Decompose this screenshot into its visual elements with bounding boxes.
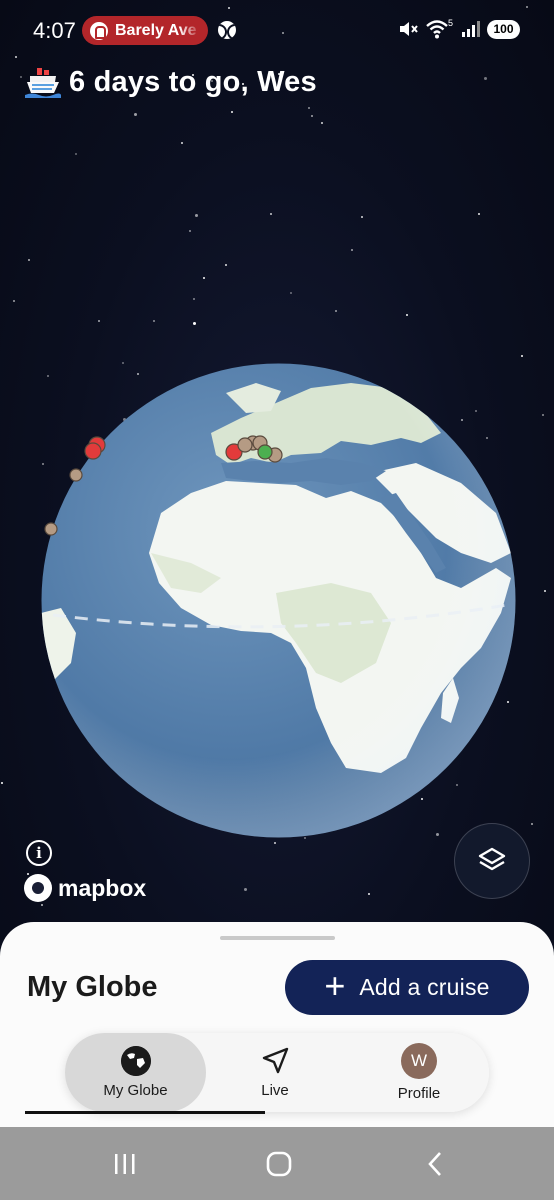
star [368, 893, 370, 895]
globe-icon [120, 1046, 151, 1076]
back-button[interactable] [395, 1127, 475, 1200]
mapbox-icon [24, 874, 52, 902]
info-icon[interactable]: i [26, 840, 52, 866]
star [311, 115, 313, 117]
star [203, 277, 205, 279]
status-bar: 4:07 Barely Ave 5 100 [0, 0, 554, 62]
tab-bar: My Globe Live W Profile [65, 1033, 489, 1112]
system-nav-bar [0, 1127, 554, 1200]
tab-label: Live [261, 1082, 289, 1099]
recent-apps-button[interactable] [85, 1127, 165, 1200]
star [28, 259, 30, 261]
mapbox-logo[interactable]: mapbox [24, 874, 146, 902]
star [321, 122, 323, 124]
star [134, 113, 137, 116]
star [20, 76, 22, 78]
cruise-marker[interactable] [84, 442, 102, 460]
tab-my-globe[interactable]: My Globe [65, 1033, 206, 1112]
star [193, 298, 195, 300]
star [153, 320, 155, 322]
map-layers-button[interactable] [454, 823, 530, 899]
system-icons: 5 100 [397, 18, 520, 40]
back-icon [428, 1151, 441, 1176]
sheet-title: My Globe [27, 971, 158, 1003]
star [75, 153, 77, 155]
tab-label: Profile [397, 1085, 441, 1102]
navigation-arrow-icon [262, 1047, 289, 1074]
bottom-sheet: My Globe + Add a cruise My Globe Live W … [0, 922, 554, 1127]
cruise-marker[interactable] [237, 437, 253, 453]
cruise-marker[interactable] [69, 468, 83, 482]
sheet-drag-handle[interactable] [220, 936, 335, 940]
active-tab-indicator [25, 1111, 265, 1114]
star [195, 214, 198, 217]
now-playing-chip[interactable]: Barely Ave [82, 16, 208, 45]
map-view[interactable] [0, 0, 554, 940]
battery-indicator: 100 [487, 19, 520, 39]
star [361, 216, 363, 218]
layers-icon [478, 847, 506, 871]
signal-icon [462, 21, 480, 37]
tab-label: My Globe [103, 1082, 168, 1099]
star [41, 904, 43, 906]
star [544, 590, 546, 592]
star [308, 107, 310, 109]
avatar: W [401, 1043, 437, 1079]
add-cruise-label: Add a cruise [359, 974, 490, 1000]
tab-profile[interactable]: W Profile [359, 1033, 479, 1112]
mute-icon [400, 22, 418, 36]
page-title: 6 days to go, Wes [69, 65, 317, 98]
tab-live[interactable]: Live [215, 1033, 335, 1112]
star [225, 264, 227, 266]
star [290, 292, 292, 294]
star [335, 310, 337, 312]
plus-icon: + [324, 965, 346, 1006]
cruise-marker[interactable] [257, 444, 273, 460]
star [270, 213, 272, 215]
countdown-header: 6 days to go, Wes [24, 62, 317, 102]
star [542, 414, 544, 416]
star [531, 823, 533, 825]
star [1, 782, 3, 784]
star [98, 320, 100, 322]
baseball-icon [218, 21, 236, 39]
wifi-band-badge: 5 [448, 18, 453, 28]
star [181, 142, 183, 144]
cruise-marker[interactable] [44, 522, 58, 536]
star [193, 322, 196, 325]
home-icon [266, 1151, 292, 1176]
recent-apps-icon [115, 1153, 135, 1174]
mapbox-wordmark: mapbox [58, 874, 147, 901]
now-playing-label: Barely Ave [115, 21, 197, 39]
cruise-ship-icon [25, 68, 61, 98]
podcast-icon [90, 21, 108, 40]
star [406, 314, 408, 316]
star [189, 230, 191, 232]
wifi-icon: 5 [426, 18, 453, 39]
star [478, 213, 480, 215]
globe[interactable] [41, 363, 516, 838]
star [351, 249, 353, 251]
star [484, 77, 487, 80]
star [244, 888, 247, 891]
star [521, 355, 523, 357]
home-button[interactable] [239, 1127, 319, 1200]
clock: 4:07 [33, 18, 76, 43]
add-cruise-button[interactable]: + Add a cruise [285, 960, 529, 1015]
star [231, 111, 233, 113]
star [13, 300, 15, 302]
